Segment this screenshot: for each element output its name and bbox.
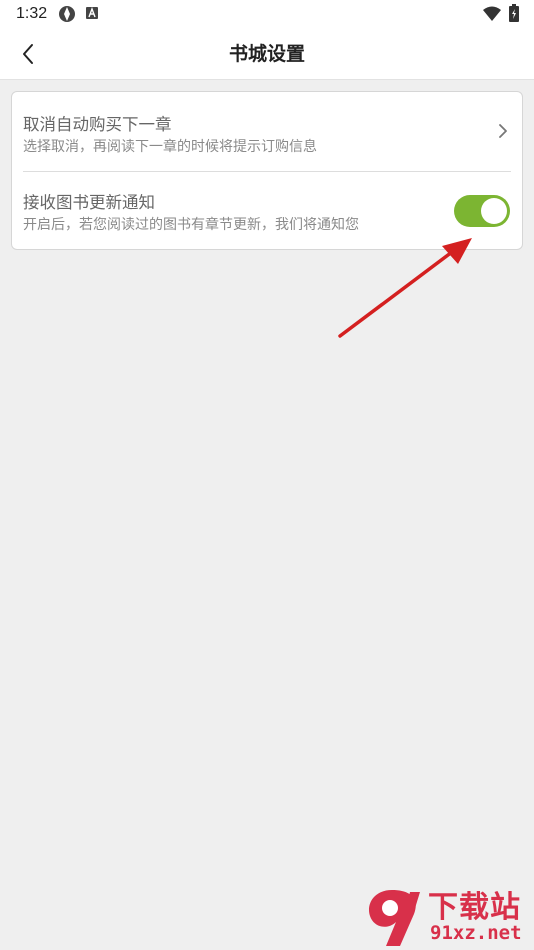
settings-card: 取消自动购买下一章 选择取消，再阅读下一章的时候将提示订购信息 接收图书更新通知… bbox=[11, 91, 523, 250]
setting-description: 开启后，若您阅读过的图书有章节更新，我们将通知您 bbox=[23, 217, 359, 233]
watermark: 下载站 91xz.net bbox=[360, 880, 534, 950]
chevron-right-icon[interactable] bbox=[496, 122, 510, 140]
download-site-logo-icon bbox=[368, 890, 420, 946]
back-button[interactable] bbox=[8, 34, 48, 74]
watermark-brand: 下载站 bbox=[428, 890, 521, 925]
app-bar: 书城设置 bbox=[0, 28, 534, 80]
page-title: 书城设置 bbox=[228, 43, 305, 65]
update-notification-toggle[interactable] bbox=[454, 195, 510, 227]
app-notification-icon bbox=[59, 6, 75, 22]
battery-icon bbox=[509, 4, 519, 22]
toggle-knob bbox=[481, 198, 507, 224]
setting-title: 取消自动购买下一章 bbox=[23, 115, 172, 134]
status-bar: 1:32 bbox=[0, 0, 534, 28]
setting-title: 接收图书更新通知 bbox=[23, 193, 155, 212]
wifi-icon bbox=[483, 6, 501, 21]
setting-description: 选择取消，再阅读下一章的时候将提示订购信息 bbox=[23, 139, 317, 155]
status-time: 1:32 bbox=[16, 5, 48, 22]
text-notification-icon bbox=[86, 7, 98, 19]
chevron-left-icon bbox=[23, 44, 33, 64]
watermark-site: 91xz.net bbox=[430, 922, 522, 944]
